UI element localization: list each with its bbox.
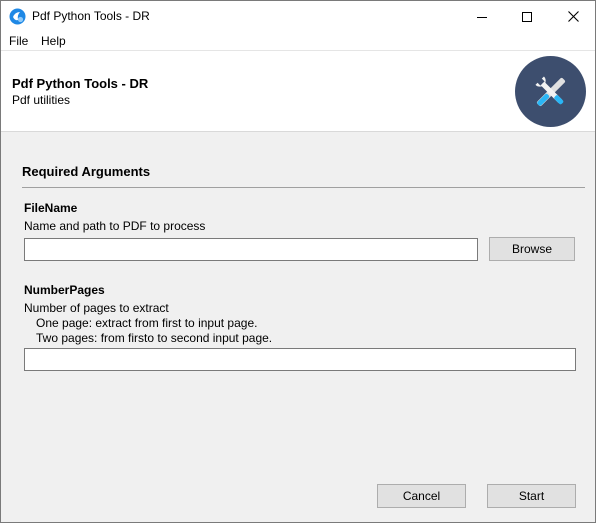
start-button[interactable]: Start	[487, 484, 576, 508]
menu-help[interactable]: Help	[41, 34, 66, 48]
menu-bar: File Help	[1, 32, 595, 51]
numberpages-help-line3: Two pages: from firsto to second input p…	[36, 331, 273, 345]
tools-icon	[515, 56, 586, 127]
browse-button[interactable]: Browse	[489, 237, 575, 261]
minimize-icon	[477, 16, 487, 18]
close-button[interactable]	[550, 1, 595, 32]
maximize-button[interactable]	[504, 1, 550, 32]
cancel-button[interactable]: Cancel	[377, 484, 466, 508]
filename-label: FileName	[24, 201, 78, 215]
maximize-icon	[522, 11, 532, 22]
header-panel: Pdf Python Tools - DR Pdf utilities	[1, 51, 595, 132]
python-app-icon	[9, 8, 26, 25]
numberpages-help-line2: One page: extract from first to input pa…	[36, 316, 258, 330]
filename-help: Name and path to PDF to process	[24, 219, 206, 233]
minimize-button[interactable]	[459, 1, 505, 32]
app-window: Pdf Python Tools - DR File Help Pdf Pyth…	[0, 0, 596, 523]
numberpages-label: NumberPages	[24, 283, 105, 297]
header-title: Pdf Python Tools - DR	[12, 76, 149, 91]
title-bar[interactable]: Pdf Python Tools - DR	[1, 1, 595, 32]
window-title: Pdf Python Tools - DR	[32, 9, 150, 23]
close-icon	[567, 11, 579, 22]
numberpages-input[interactable]	[24, 348, 576, 371]
menu-file[interactable]: File	[9, 34, 28, 48]
section-title: Required Arguments	[22, 164, 151, 179]
section-divider	[22, 187, 585, 188]
numberpages-help: Number of pages to extract	[24, 301, 169, 315]
header-subtitle: Pdf utilities	[12, 93, 71, 107]
filename-input[interactable]	[24, 238, 478, 261]
